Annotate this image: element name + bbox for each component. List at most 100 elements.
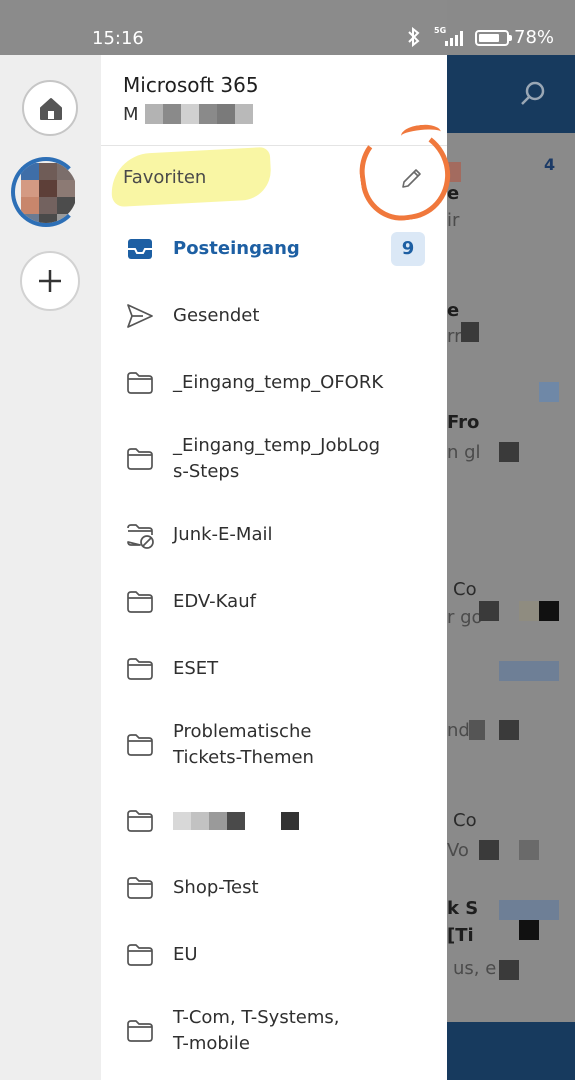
redacted-block — [263, 811, 281, 830]
background-bottom-bar — [447, 1022, 575, 1080]
background-snippet: Vo — [447, 840, 469, 861]
add-account-button[interactable] — [20, 251, 80, 311]
folder-list: Posteingang 9 Gesendet _Eingang_temp_OFORK _… — [101, 215, 447, 1073]
status-bar: 15:16 — [0, 0, 447, 55]
background-mail-list: 4 e ir e rr Fro n gl Co r go nd Co Vo k … — [447, 0, 575, 1080]
background-pixel — [479, 601, 499, 621]
redacted-block — [209, 811, 227, 830]
folder-item[interactable]: _Eingang_temp_JobLog s-Steps — [101, 416, 447, 501]
folder-icon — [125, 587, 155, 617]
redacted-block — [173, 811, 191, 830]
folder-icon — [125, 368, 155, 398]
unread-count-badge: 9 — [391, 231, 425, 266]
redacted-block — [227, 811, 245, 830]
background-snippet: n gl — [447, 442, 481, 463]
background-snippet: Co — [453, 579, 477, 600]
battery-percent: 78% — [514, 27, 555, 48]
pencil-icon[interactable] — [397, 165, 425, 193]
redacted-block — [191, 811, 209, 830]
background-pixel — [539, 601, 559, 621]
folder-drawer: Microsoft 365 M Favoriten Posteingang 9 Ge… — [101, 55, 456, 1080]
background-pixel — [499, 900, 559, 920]
folder-item[interactable]: Junk-E-Mail — [101, 501, 447, 568]
background-pixel — [499, 960, 519, 980]
redacted-block — [198, 104, 217, 124]
home-button[interactable] — [22, 80, 78, 136]
folder-item[interactable]: _Eingang_temp_OFORK — [101, 349, 447, 416]
inbox-icon — [125, 234, 155, 264]
folder-icon — [125, 940, 155, 970]
folder-icon — [125, 654, 155, 684]
background-pixel — [499, 442, 519, 462]
folder-icon — [125, 806, 155, 836]
avatar[interactable] — [11, 157, 81, 227]
background-pixel — [519, 601, 539, 621]
folder-icon — [125, 730, 155, 760]
redacted-block — [180, 104, 199, 124]
send-icon — [125, 301, 155, 331]
background-pixel — [519, 840, 539, 860]
folder-label: Problematische Tickets-Themen — [173, 720, 314, 768]
battery-icon — [475, 30, 512, 46]
background-header — [447, 55, 575, 133]
folder-item[interactable]: Problematische Tickets-Themen — [101, 702, 447, 787]
background-pixel — [461, 322, 479, 342]
folder-item[interactable]: Shop-Test — [101, 854, 447, 921]
folder-item[interactable]: Posteingang 9 — [101, 215, 447, 282]
redacted-block — [144, 104, 163, 124]
bluetooth-icon — [407, 26, 421, 52]
background-snippet: [Ti — [447, 925, 474, 946]
account-name: Microsoft 365 — [123, 73, 259, 97]
background-pixel — [499, 661, 559, 681]
account-rail — [0, 55, 101, 1080]
redacted-block — [281, 811, 299, 830]
folder-label: _Eingang_temp_JobLog s-Steps — [173, 434, 381, 482]
signal-icon — [445, 30, 463, 46]
folder-label: Junk-E-Mail — [173, 523, 273, 545]
folder-label: Posteingang — [173, 237, 300, 259]
folder-item[interactable]: Gesendet — [101, 282, 447, 349]
background-pixel — [499, 720, 519, 740]
folder-label: EDV-Kauf — [173, 590, 256, 612]
status-icons: 5G 78% — [407, 26, 575, 52]
background-snippet: rr — [447, 326, 462, 347]
background-snippet: nd — [447, 720, 470, 741]
folder-item[interactable]: T-Com, T-Systems, T-mobile — [101, 988, 447, 1073]
background-pixel — [539, 382, 559, 402]
home-icon — [40, 98, 62, 120]
background-pixel — [469, 720, 485, 740]
background-snippet: e — [447, 300, 460, 321]
plus-icon — [39, 270, 61, 292]
folder-label: _Eingang_temp_OFORK — [173, 371, 384, 393]
account-email-prefix: M — [123, 103, 139, 125]
folder-icon — [125, 1016, 155, 1046]
folder-item[interactable] — [101, 787, 447, 854]
junk-folder-icon — [125, 520, 155, 550]
status-time: 15:16 — [92, 28, 144, 49]
folder-icon — [125, 873, 155, 903]
background-snippet: us, e — [453, 958, 497, 979]
redacted-block — [234, 104, 253, 124]
folder-label: ESET — [173, 657, 219, 679]
search-icon — [521, 81, 545, 105]
background-snippet: r go — [447, 607, 483, 628]
redacted-block — [245, 811, 263, 830]
background-pixel — [519, 920, 539, 940]
folder-item[interactable]: ESET — [101, 635, 447, 702]
background-snippet: ir — [447, 210, 460, 231]
redacted-block — [216, 104, 235, 124]
folder-label: Gesendet — [173, 304, 260, 326]
folder-label: Shop-Test — [173, 876, 259, 898]
folder-label: T-Com, T-Systems, T-mobile — [173, 1006, 340, 1054]
redacted-folder-label — [173, 811, 299, 830]
background-snippet: 4 — [544, 155, 556, 174]
background-pixel — [479, 840, 499, 860]
folder-item[interactable]: EDV-Kauf — [101, 568, 447, 635]
background-snippet: Co — [453, 810, 477, 831]
background-snippet: Fro — [447, 412, 480, 433]
redacted-block — [162, 104, 181, 124]
avatar-image — [21, 163, 75, 223]
account-email: M — [123, 103, 253, 125]
folder-item[interactable]: EU — [101, 921, 447, 988]
favorites-label: Favoriten — [123, 167, 207, 188]
